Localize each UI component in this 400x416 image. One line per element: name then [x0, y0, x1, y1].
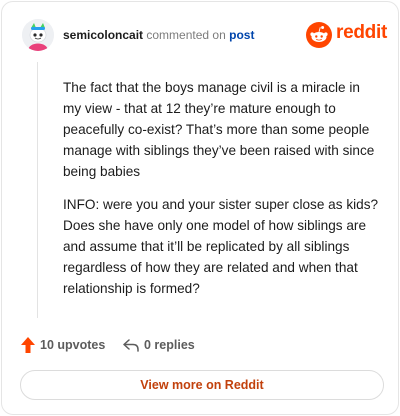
post-link[interactable]: post	[229, 28, 254, 42]
upvotes-button[interactable]: 10 upvotes	[20, 334, 105, 356]
reddit-brand[interactable]: reddit	[306, 21, 387, 49]
replies-count: 0 replies	[144, 338, 195, 352]
replies-button[interactable]: 0 replies	[122, 334, 195, 356]
upvote-arrow-icon	[21, 337, 35, 353]
reply-arrow-icon	[123, 339, 139, 352]
snoo-avatar-icon	[22, 19, 54, 51]
user-avatar[interactable]	[22, 19, 54, 51]
thread-line	[37, 62, 38, 318]
username-link[interactable]: semicoloncait	[63, 28, 143, 42]
reddit-wordmark: reddit	[336, 22, 387, 43]
comment-paragraph-2: INFO: were you and your sister super clo…	[63, 197, 379, 296]
view-more-button[interactable]: View more on Reddit	[20, 370, 384, 400]
comment-body: The fact that the boys manage civil is a…	[63, 77, 381, 311]
reddit-logo-icon	[306, 22, 332, 48]
comment-header: semicoloncait commented on post reddit	[22, 19, 387, 53]
upvotes-count: 10 upvotes	[40, 338, 106, 352]
embedded-comment-card: semicoloncait commented on post reddit T…	[1, 1, 399, 415]
comment-meta: semicoloncait commented on post	[63, 28, 254, 42]
commented-on-text: commented on	[146, 28, 226, 42]
comment-paragraph-1: The fact that the boys manage civil is a…	[63, 80, 375, 179]
comment-actions: 10 upvotes 0 replies	[20, 334, 380, 356]
view-more-label: View more on Reddit	[140, 378, 264, 392]
